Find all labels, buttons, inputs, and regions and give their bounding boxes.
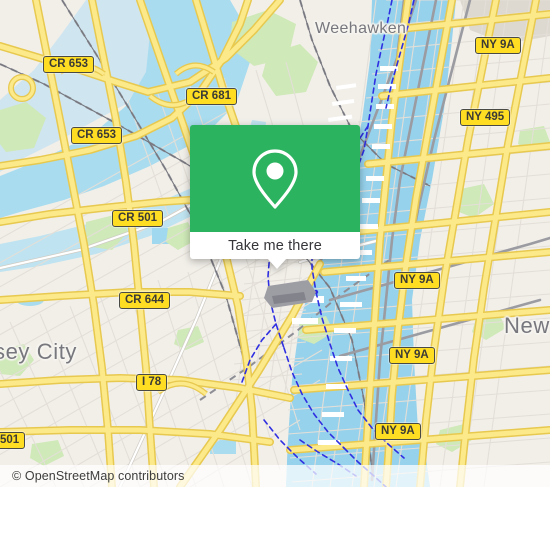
road-shield: NY 9A (389, 347, 435, 364)
road-shield: CR 681 (186, 88, 237, 105)
map-canvas[interactable]: Weehawkensey CityNew Y CR 653CR 681CR 65… (0, 0, 550, 487)
road-shield: NY 9A (475, 37, 521, 54)
popup-action-label: Take me there (228, 237, 322, 254)
road-shield: I 78 (136, 374, 168, 391)
road-shield: 501 (0, 432, 26, 449)
popup-action-button[interactable]: Take me there (190, 232, 360, 259)
attribution-text: © OpenStreetMap contributors (12, 469, 185, 483)
popup-tail (267, 258, 287, 269)
map-attribution[interactable]: © OpenStreetMap contributors (0, 465, 550, 487)
road-shield: NY 9A (394, 272, 440, 289)
popup-header (190, 125, 360, 232)
road-shield: NY 9A (375, 423, 421, 440)
road-shield: CR 653 (43, 56, 94, 73)
map-pin-icon (252, 148, 298, 209)
road-shield: CR 501 (112, 210, 163, 227)
map-popup-card[interactable]: Take me there (190, 125, 360, 269)
map-screenshot: Weehawkensey CityNew Y CR 653CR 681CR 65… (0, 0, 550, 550)
road-shield: NY 495 (460, 109, 511, 126)
road-shield: CR 653 (71, 127, 122, 144)
footer-bar: 1st St (1st street and park ave), Hoboke… (0, 487, 550, 550)
road-shield: CR 644 (119, 292, 170, 309)
